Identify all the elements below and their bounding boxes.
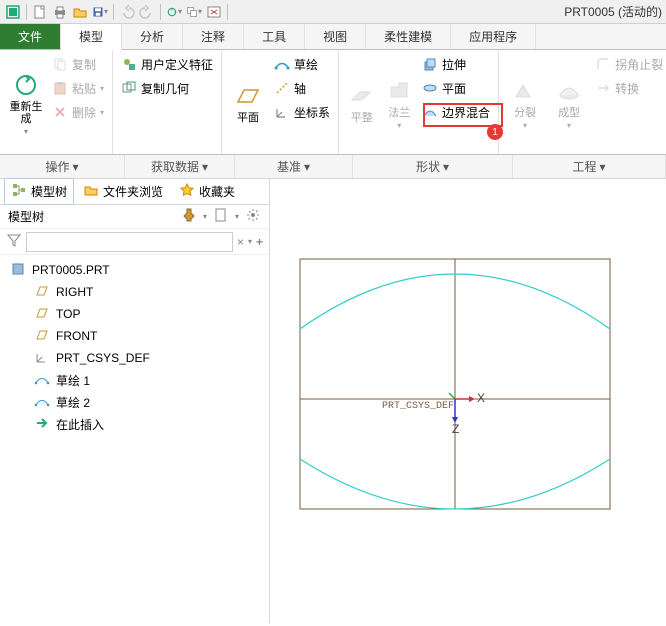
udf-icon — [121, 56, 137, 72]
corner-relief-button[interactable]: 拐角止裂 — [591, 52, 666, 76]
convert-button[interactable]: 转换 — [591, 76, 666, 100]
save-icon[interactable]: ▾ — [91, 3, 109, 21]
sidebar: 模型树 文件夹浏览 收藏夹 模型树 ▾ ▾ × ▾ + — [0, 179, 270, 623]
star-icon — [179, 182, 195, 201]
group-shape[interactable]: 形状 ▾ — [353, 155, 513, 178]
add-icon[interactable]: + — [256, 235, 263, 249]
tab-analysis[interactable]: 分析 — [122, 24, 183, 49]
svg-text:Z: Z — [452, 422, 459, 436]
group-engineering[interactable]: 工程 ▾ — [513, 155, 666, 178]
tab-annotate[interactable]: 注释 — [183, 24, 244, 49]
sketch-tree-icon — [34, 393, 50, 412]
axis-icon — [274, 80, 290, 96]
sketch-tree-icon — [34, 371, 50, 390]
settings-icon[interactable] — [245, 207, 261, 226]
copy-button[interactable]: 复制 — [48, 52, 108, 76]
group-getdata[interactable]: 获取数据 ▾ — [125, 155, 235, 178]
part-icon — [10, 261, 26, 280]
axis-button[interactable]: 轴 — [270, 76, 334, 100]
tree-item[interactable]: FRONT — [6, 325, 263, 347]
graphics-canvas[interactable]: X Z PRT_CSYS_DEF — [270, 179, 666, 623]
user-defined-feature-button[interactable]: 用户定义特征 — [117, 52, 217, 76]
app-menu-icon[interactable] — [4, 3, 22, 21]
svg-text:X: X — [477, 391, 485, 405]
csys-button[interactable]: 坐标系 — [270, 100, 334, 124]
open-icon[interactable] — [71, 3, 89, 21]
split-button[interactable]: 分裂 ▾ — [503, 52, 547, 154]
panel-title: 模型树 — [8, 208, 44, 225]
model-tree: PRT0005.PRT RIGHT TOP FRONT PRT_CSYS_DEF… — [0, 255, 269, 439]
filter-input[interactable] — [26, 232, 233, 252]
tab-flex[interactable]: 柔性建模 — [366, 24, 451, 49]
insert-here-icon — [34, 415, 50, 434]
new-file-icon[interactable] — [31, 3, 49, 21]
extrude-button[interactable]: 拉伸 — [418, 52, 494, 76]
windows-icon[interactable]: ▾ — [185, 3, 203, 21]
panel-tab-modeltree[interactable]: 模型树 — [4, 178, 74, 205]
csys-label: PRT_CSYS_DEF — [382, 401, 454, 412]
tab-app[interactable]: 应用程序 — [451, 24, 536, 49]
group-operate[interactable]: 操作 ▾ — [0, 155, 125, 178]
print-icon[interactable] — [51, 3, 69, 21]
datum-plane-icon — [34, 305, 50, 324]
group-datum[interactable]: 基准 ▾ — [235, 155, 353, 178]
folder-icon — [83, 182, 99, 201]
copy-geometry-button[interactable]: 复制几何 — [117, 76, 217, 100]
tree-item[interactable]: 草绘 1 — [6, 369, 263, 391]
plane2-icon — [422, 80, 438, 96]
flange-button[interactable]: 法兰 ▾ — [381, 52, 418, 154]
tab-view[interactable]: 视图 — [305, 24, 366, 49]
delete-button[interactable]: 删除 ▾ — [48, 100, 108, 124]
ribbon: 重新生成 ▾ 复制 粘贴 ▾ 删除 ▾ 用户定义特征 复制几何 平面 — [0, 50, 666, 155]
copy-geom-icon — [121, 80, 137, 96]
tree-icon — [11, 182, 27, 201]
paste-button[interactable]: 粘贴 ▾ — [48, 76, 108, 100]
workspace: 模型树 文件夹浏览 收藏夹 模型树 ▾ ▾ × ▾ + — [0, 179, 666, 623]
redo-icon[interactable] — [138, 3, 156, 21]
tree-item-insert[interactable]: 在此插入 — [6, 413, 263, 435]
panel-tab-folder[interactable]: 文件夹浏览 — [76, 178, 170, 205]
tree-item[interactable]: 草绘 2 — [6, 391, 263, 413]
callout-highlight — [423, 103, 503, 127]
clear-filter-icon[interactable]: × — [237, 235, 244, 249]
ribbon-group-labels: 操作 ▾ 获取数据 ▾ 基准 ▾ 形状 ▾ 工程 ▾ — [0, 155, 666, 179]
sketch-icon — [274, 56, 290, 72]
tree-item[interactable]: RIGHT — [6, 281, 263, 303]
csys-tree-icon — [34, 349, 50, 368]
datum-plane-icon — [34, 327, 50, 346]
regenerate-button[interactable]: 重新生成 ▾ — [4, 52, 48, 154]
tree-root[interactable]: PRT0005.PRT — [6, 259, 263, 281]
tab-tools[interactable]: 工具 — [244, 24, 305, 49]
sketch-button[interactable]: 草绘 — [270, 52, 334, 76]
drawing: X Z — [270, 179, 666, 623]
undo-icon[interactable] — [118, 3, 136, 21]
convert-icon — [595, 80, 611, 96]
form-button[interactable]: 成型 ▾ — [547, 52, 591, 154]
copy-icon — [52, 56, 68, 72]
document-title: PRT0005 (活动的) — [564, 3, 666, 20]
csys-icon — [274, 104, 290, 120]
regenerate-icon[interactable]: ▾ — [165, 3, 183, 21]
plane2-button[interactable]: 平面 — [418, 76, 494, 100]
tree-item[interactable]: TOP — [6, 303, 263, 325]
panel-tab-favorites[interactable]: 收藏夹 — [172, 178, 242, 205]
extrude-icon — [422, 56, 438, 72]
delete-icon — [52, 104, 68, 120]
paste-icon — [52, 80, 68, 96]
datum-plane-icon — [34, 283, 50, 302]
plane-button[interactable]: 平面 — [226, 52, 270, 154]
tool2-icon[interactable] — [213, 207, 229, 226]
tab-file[interactable]: 文件 — [0, 24, 61, 49]
tool1-icon[interactable] — [181, 207, 197, 226]
corner-relief-icon — [595, 56, 611, 72]
tree-item[interactable]: PRT_CSYS_DEF — [6, 347, 263, 369]
tab-model[interactable]: 模型 — [61, 24, 122, 50]
filter-icon[interactable] — [6, 232, 22, 251]
close-window-icon[interactable] — [205, 3, 223, 21]
quick-access-toolbar: ▾ ▾ ▾ PRT0005 (活动的) — [0, 0, 666, 24]
flatten-button[interactable]: 平整 — [343, 52, 380, 154]
main-tabs: 文件 模型 分析 注释 工具 视图 柔性建模 应用程序 — [0, 24, 666, 50]
